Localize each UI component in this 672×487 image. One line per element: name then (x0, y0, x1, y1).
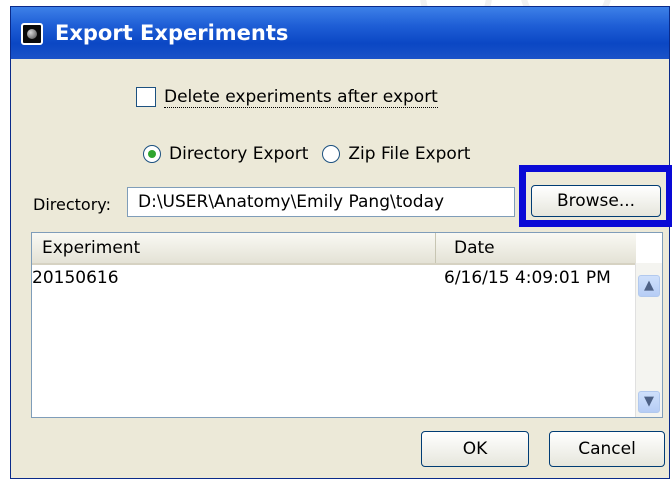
date-cell: 6/16/15 4:09:01 PM (444, 268, 611, 288)
zip-export-label: Zip File Export (348, 144, 471, 164)
experiments-table: Experiment Date 20150616 6/16/15 4:09:01… (31, 232, 663, 418)
delete-after-export-option[interactable]: Delete experiments after export (136, 84, 438, 110)
cancel-button[interactable]: Cancel (549, 431, 665, 467)
table-row[interactable]: 20150616 6/16/15 4:09:01 PM (32, 264, 636, 292)
delete-after-export-checkbox[interactable] (136, 87, 156, 107)
delete-after-export-label: Delete experiments after export (164, 86, 438, 108)
app-window-icon (21, 23, 43, 45)
directory-export-radio[interactable] (143, 145, 161, 163)
chevron-up-icon[interactable]: ▲ (638, 275, 660, 297)
directory-label: Directory: (33, 195, 111, 214)
export-experiments-dialog: Export Experiments Delete experiments af… (10, 6, 672, 479)
title-bar[interactable]: Export Experiments (11, 7, 669, 59)
column-header-experiment[interactable]: Experiment (32, 233, 436, 263)
directory-export-label: Directory Export (169, 144, 309, 164)
dialog-title: Export Experiments (55, 21, 289, 45)
export-mode-group: Directory Export Zip File Export (143, 141, 484, 167)
highlight-box (519, 165, 672, 227)
column-header-date[interactable]: Date (436, 233, 636, 263)
directory-field[interactable]: D:\USER\Anatomy\Emily Pang\today (127, 187, 515, 217)
vertical-scrollbar[interactable]: ▲ ▼ (635, 263, 662, 417)
chevron-down-icon[interactable]: ▼ (638, 391, 660, 413)
ok-button[interactable]: OK (421, 431, 529, 467)
table-header: Experiment Date (32, 233, 636, 265)
zip-export-radio[interactable] (322, 145, 341, 163)
experiment-cell: 20150616 (32, 268, 119, 288)
